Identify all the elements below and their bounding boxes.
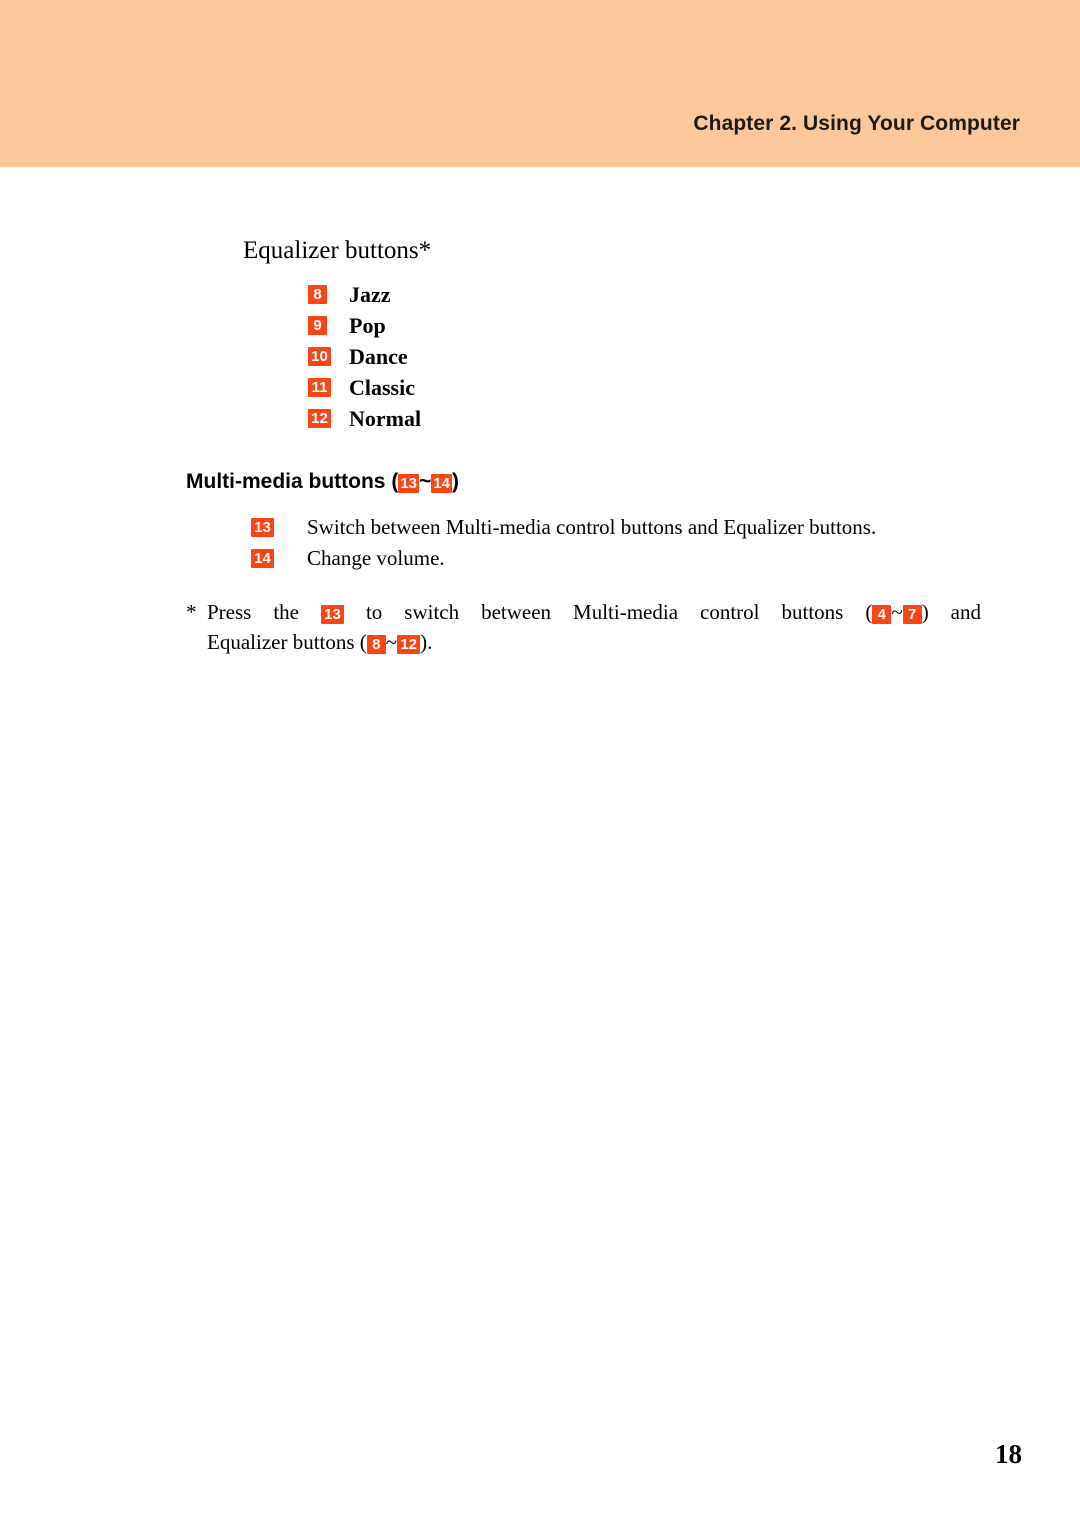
callout-badge-14: 14 [251, 548, 274, 568]
footnote-word-between: between [481, 600, 552, 624]
footnote-asterisk: * [186, 600, 197, 624]
callout-badge-13: 13 [251, 517, 274, 537]
footnote-word-buttons: buttons [781, 600, 844, 624]
multimedia-heading-tilde: ~ [419, 470, 432, 493]
list-item: 12 Normal [308, 403, 708, 434]
list-item: 8 Jazz [308, 279, 708, 310]
badge-cell: 14 [251, 548, 307, 569]
page-header-band: Chapter 2. Using Your Computer [0, 0, 1080, 167]
equalizer-label-classic: Classic [349, 374, 415, 400]
list-item: 9 Pop [308, 310, 708, 341]
badge-cell: 9 [308, 315, 349, 336]
footnote-word-multimedia: Multi-media [573, 600, 679, 624]
equalizer-label-pop: Pop [349, 312, 386, 338]
footnote: * Press the 13 to switch between Multi-m… [186, 597, 981, 657]
footnote-line-1: * Press the 13 to switch between Multi-m… [186, 597, 981, 627]
badge-cell: 8 [308, 284, 349, 305]
multimedia-heading-close-paren: ) [451, 470, 459, 493]
equalizer-buttons-intro: Equalizer buttons* [243, 237, 432, 264]
callout-badge-10: 10 [308, 346, 331, 366]
callout-badge-12: 12 [308, 408, 331, 428]
callout-badge-8: 8 [308, 284, 327, 304]
footnote-open-paren-1: ( [865, 600, 873, 624]
callout-badge-12: 12 [397, 635, 421, 654]
footnote-close-paren-1: ) [921, 600, 929, 624]
footnote-word-press: Press [207, 600, 252, 624]
footnote-word-control: control [700, 600, 760, 624]
multimedia-description-list: 13 Switch between Multi-media control bu… [251, 512, 1011, 574]
page-body: Equalizer buttons* 8 Jazz 9 Pop 10 Dance… [0, 167, 1080, 1529]
callout-badge-14: 14 [431, 474, 452, 493]
chapter-header-title: Chapter 2. Using Your Computer [693, 112, 1020, 135]
equalizer-buttons-list: 8 Jazz 9 Pop 10 Dance 11 Classic 12 Norm… [308, 279, 708, 434]
callout-badge-9: 9 [308, 315, 327, 335]
equalizer-label-jazz: Jazz [349, 281, 391, 307]
list-item: 11 Classic [308, 372, 708, 403]
footnote-word-the: the [273, 600, 299, 624]
footnote-word-switch: switch [404, 600, 460, 624]
multimedia-description-13: Switch between Multi-media control butto… [307, 515, 877, 539]
callout-badge-7: 7 [902, 605, 922, 624]
footnote-line2-suffix: ). [420, 630, 433, 654]
list-item: 10 Dance [308, 341, 708, 372]
footnote-word-and: and [950, 600, 981, 624]
multimedia-heading-open-paren: ( [391, 470, 399, 493]
callout-badge-13: 13 [320, 605, 344, 624]
footnote-justified-row: Press the 13 to switch between Multi-med… [207, 597, 981, 627]
callout-badge-13: 13 [398, 474, 420, 493]
multimedia-section-heading: Multi-media buttons (13~ 14) [186, 469, 459, 494]
footnote-line-2: Equalizer buttons (8 ~12). [186, 627, 981, 657]
footnote-word-to: to [365, 600, 383, 624]
page-number: 18 [995, 1439, 1022, 1469]
badge-cell: 11 [308, 377, 349, 398]
multimedia-description-14: Change volume. [307, 546, 445, 570]
footnote-range-group-1: (4 ~7) [865, 597, 929, 627]
list-item: 13 Switch between Multi-media control bu… [251, 512, 1011, 543]
callout-badge-11: 11 [308, 377, 331, 397]
footnote-line2-prefix: Equalizer buttons ( [207, 630, 367, 654]
footnote-tilde-1: ~ [891, 600, 903, 624]
badge-cell: 13 [251, 517, 307, 538]
equalizer-label-dance: Dance [349, 343, 408, 369]
list-item: 14 Change volume. [251, 543, 1011, 574]
badge-cell: 12 [308, 408, 349, 429]
callout-badge-4: 4 [872, 605, 892, 624]
multimedia-heading-text: Multi-media buttons [186, 470, 386, 493]
badge-cell: 10 [308, 346, 349, 367]
callout-badge-8: 8 [366, 635, 386, 654]
equalizer-label-normal: Normal [349, 405, 422, 431]
footnote-tilde-2: ~ [385, 630, 398, 654]
